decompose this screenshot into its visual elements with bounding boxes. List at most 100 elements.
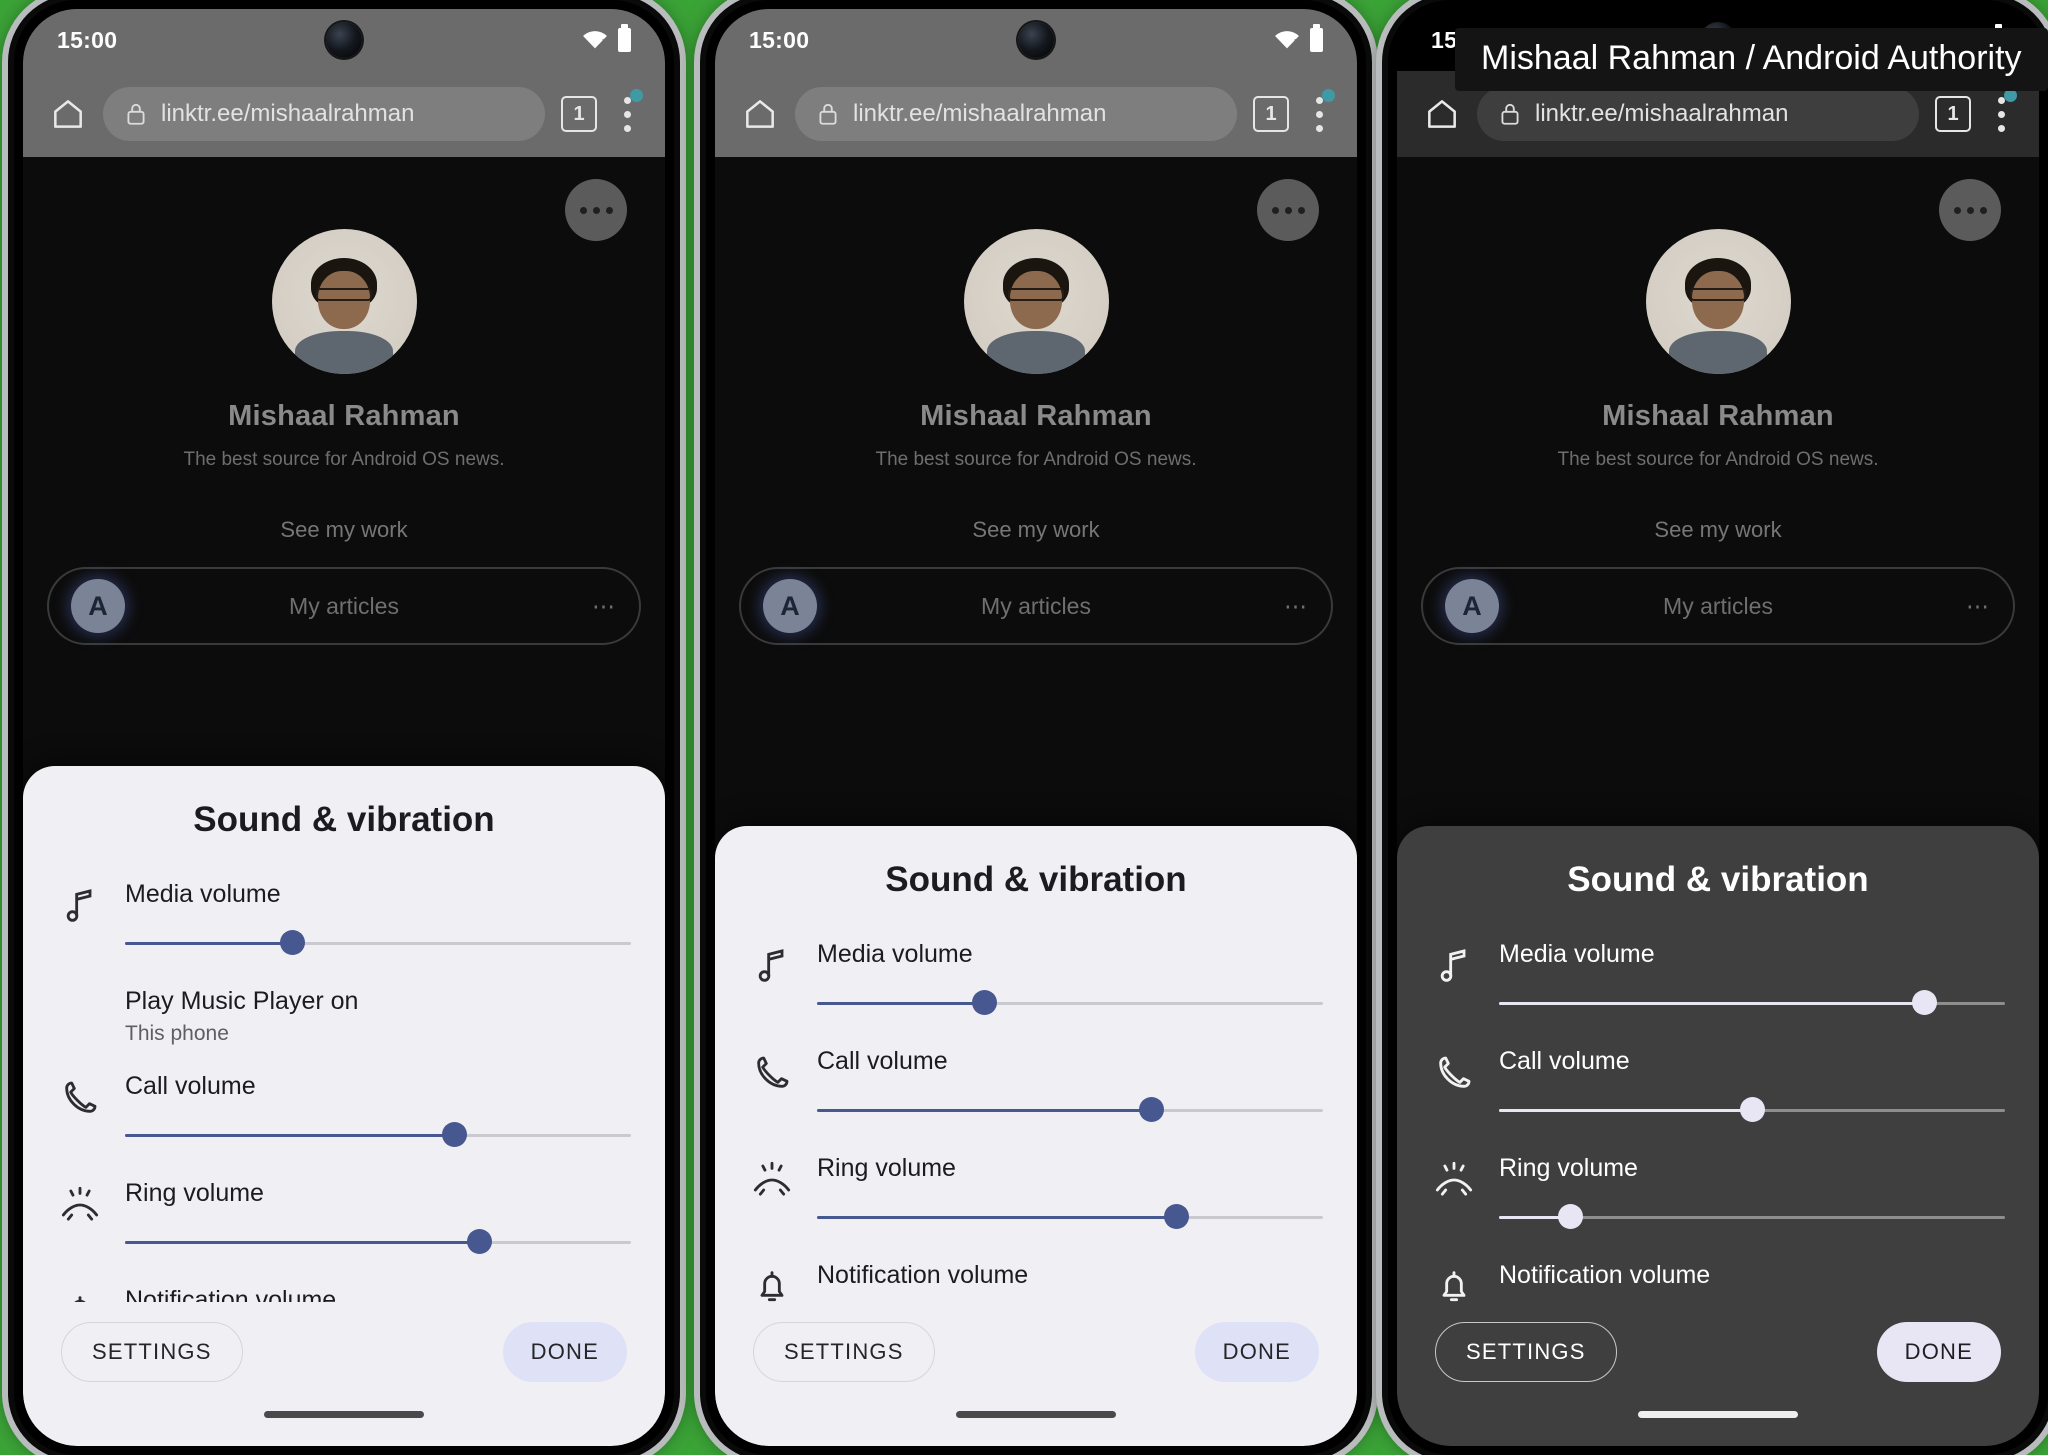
done-button[interactable]: DONE bbox=[502, 1322, 627, 1382]
tab-switcher-button[interactable]: 1 bbox=[1253, 96, 1289, 132]
phone-1: 15:00 linktr.ee/mishaalrahman 1 Mishaal … bbox=[14, 0, 674, 1455]
ring-volume-icon bbox=[1431, 1150, 1477, 1210]
volume-row-media[interactable]: Media volume bbox=[749, 936, 1323, 1021]
volume-row-notification[interactable]: Notification volume bbox=[1431, 1257, 2005, 1302]
address-bar[interactable]: linktr.ee/mishaalrahman bbox=[795, 87, 1237, 141]
phone-2-screen: 15:00 linktr.ee/mishaalrahman 1 Mishaal … bbox=[715, 9, 1357, 1446]
profile-bio: The best source for Android OS news. bbox=[875, 449, 1197, 470]
page-ellipsis-icon[interactable] bbox=[1257, 179, 1319, 241]
volume-row-call[interactable]: Call volume bbox=[1431, 1043, 2005, 1128]
volume-panel-1: Sound & vibration Media volume Play Musi… bbox=[23, 766, 665, 1446]
ring-volume-slider[interactable] bbox=[817, 1201, 1323, 1235]
overflow-menu-icon[interactable] bbox=[1305, 89, 1335, 137]
media-output-switcher[interactable]: Play Music Player on This phone bbox=[57, 987, 631, 1046]
lock-icon bbox=[125, 101, 147, 127]
ring-volume-slider[interactable] bbox=[1499, 1201, 2005, 1235]
volume-label: Media volume bbox=[125, 880, 281, 908]
gesture-nav-bar bbox=[1397, 1382, 2039, 1446]
panel-title: Sound & vibration bbox=[885, 860, 1187, 899]
volume-row-notification[interactable]: Notification volume bbox=[57, 1282, 631, 1302]
settings-button[interactable]: SETTINGS bbox=[753, 1322, 935, 1382]
nav-pill[interactable] bbox=[264, 1410, 424, 1418]
battery-icon bbox=[618, 24, 631, 52]
overflow-menu-icon[interactable] bbox=[1987, 89, 2017, 137]
phone-call-icon bbox=[1431, 1043, 1477, 1103]
music-note-icon bbox=[749, 936, 795, 996]
url-text: linktr.ee/mishaalrahman bbox=[1535, 100, 1789, 127]
volume-row-ring[interactable]: Ring volume bbox=[749, 1150, 1323, 1235]
address-bar[interactable]: linktr.ee/mishaalrahman bbox=[1477, 87, 1919, 141]
watermark-credit: Mishaal Rahman / Android Authority bbox=[1455, 28, 2048, 91]
call-volume-slider[interactable] bbox=[817, 1094, 1323, 1128]
browser-toolbar: linktr.ee/mishaalrahman 1 bbox=[715, 71, 1357, 157]
status-system-icons bbox=[582, 24, 631, 52]
link-card-my-articles[interactable]: A My articles ⋯ bbox=[739, 567, 1333, 645]
panel-title: Sound & vibration bbox=[1567, 860, 1869, 899]
link-card-label: My articles bbox=[1663, 592, 1773, 619]
address-bar[interactable]: linktr.ee/mishaalrahman bbox=[103, 87, 545, 141]
call-volume-slider[interactable] bbox=[1499, 1094, 2005, 1128]
volume-row-call[interactable]: Call volume bbox=[749, 1043, 1323, 1128]
volume-row-ring[interactable]: Ring volume bbox=[57, 1175, 631, 1260]
settings-button[interactable]: SETTINGS bbox=[1435, 1322, 1617, 1382]
avatar bbox=[963, 229, 1109, 374]
status-bar: 15:00 bbox=[23, 9, 665, 71]
music-note-icon bbox=[57, 876, 103, 936]
link-card-my-articles[interactable]: A My articles ⋯ bbox=[1421, 567, 2015, 645]
status-system-icons bbox=[1274, 24, 1323, 52]
volume-row-notification[interactable]: Notification volume bbox=[749, 1257, 1323, 1302]
front-camera-punch-hole-icon bbox=[326, 22, 362, 58]
tab-switcher-button[interactable]: 1 bbox=[561, 96, 597, 132]
call-volume-slider[interactable] bbox=[125, 1119, 631, 1153]
media-volume-slider[interactable] bbox=[1499, 987, 2005, 1021]
phone-2: 15:00 linktr.ee/mishaalrahman 1 Mishaal … bbox=[706, 0, 1366, 1455]
browser-toolbar: linktr.ee/mishaalrahman 1 bbox=[23, 71, 665, 157]
nav-pill[interactable] bbox=[1638, 1410, 1798, 1418]
done-button[interactable]: DONE bbox=[1194, 1322, 1319, 1382]
phone-3-screen: 15:00 bbox=[1397, 9, 2039, 1446]
volume-panel-2: Sound & vibration Media volume Call volu… bbox=[715, 826, 1357, 1446]
nav-pill[interactable] bbox=[956, 1410, 1116, 1418]
volume-label: Ring volume bbox=[817, 1154, 956, 1182]
bell-icon bbox=[749, 1257, 795, 1302]
see-my-work-heading: See my work bbox=[1654, 517, 1782, 542]
done-button[interactable]: DONE bbox=[1876, 1322, 2001, 1382]
phone-call-icon bbox=[749, 1043, 795, 1103]
bell-icon bbox=[1431, 1257, 1477, 1302]
volume-label: Media volume bbox=[1499, 940, 1655, 968]
gesture-nav-bar bbox=[23, 1382, 665, 1446]
volume-label: Call volume bbox=[125, 1072, 256, 1100]
front-camera-punch-hole-icon bbox=[1018, 22, 1054, 58]
page-ellipsis-icon[interactable] bbox=[1939, 179, 2001, 241]
ring-volume-icon bbox=[57, 1175, 103, 1235]
panel-actions: SETTINGS DONE bbox=[1397, 1302, 2039, 1382]
volume-label: Notification volume bbox=[1499, 1261, 1711, 1289]
volume-label: Call volume bbox=[1499, 1047, 1630, 1075]
url-text: linktr.ee/mishaalrahman bbox=[853, 100, 1107, 127]
overflow-menu-icon[interactable] bbox=[613, 89, 643, 137]
volume-row-media[interactable]: Media volume bbox=[1431, 936, 2005, 1021]
volume-label: Notification volume bbox=[125, 1286, 337, 1302]
home-icon[interactable] bbox=[741, 95, 779, 133]
ring-volume-slider[interactable] bbox=[125, 1226, 631, 1260]
status-bar: 15:00 bbox=[715, 9, 1357, 71]
profile-name: Mishaal Rahman bbox=[228, 400, 460, 432]
tab-switcher-button[interactable]: 1 bbox=[1935, 96, 1971, 132]
page-ellipsis-icon[interactable] bbox=[565, 179, 627, 241]
update-badge-dot bbox=[1322, 89, 1335, 102]
ring-volume-icon bbox=[749, 1150, 795, 1210]
profile-name: Mishaal Rahman bbox=[920, 400, 1152, 432]
volume-row-ring[interactable]: Ring volume bbox=[1431, 1150, 2005, 1235]
panel-actions: SETTINGS DONE bbox=[23, 1302, 665, 1382]
lock-icon bbox=[1499, 101, 1521, 127]
home-icon[interactable] bbox=[1423, 95, 1461, 133]
media-volume-slider[interactable] bbox=[125, 927, 631, 961]
media-volume-slider[interactable] bbox=[817, 987, 1323, 1021]
settings-button[interactable]: SETTINGS bbox=[61, 1322, 243, 1382]
volume-row-media[interactable]: Media volume bbox=[57, 876, 631, 961]
volume-row-call[interactable]: Call volume bbox=[57, 1068, 631, 1153]
profile-name: Mishaal Rahman bbox=[1602, 400, 1834, 432]
link-card-my-articles[interactable]: A My articles ⋯ bbox=[47, 567, 641, 645]
home-icon[interactable] bbox=[49, 95, 87, 133]
link-card-label: My articles bbox=[289, 592, 399, 619]
